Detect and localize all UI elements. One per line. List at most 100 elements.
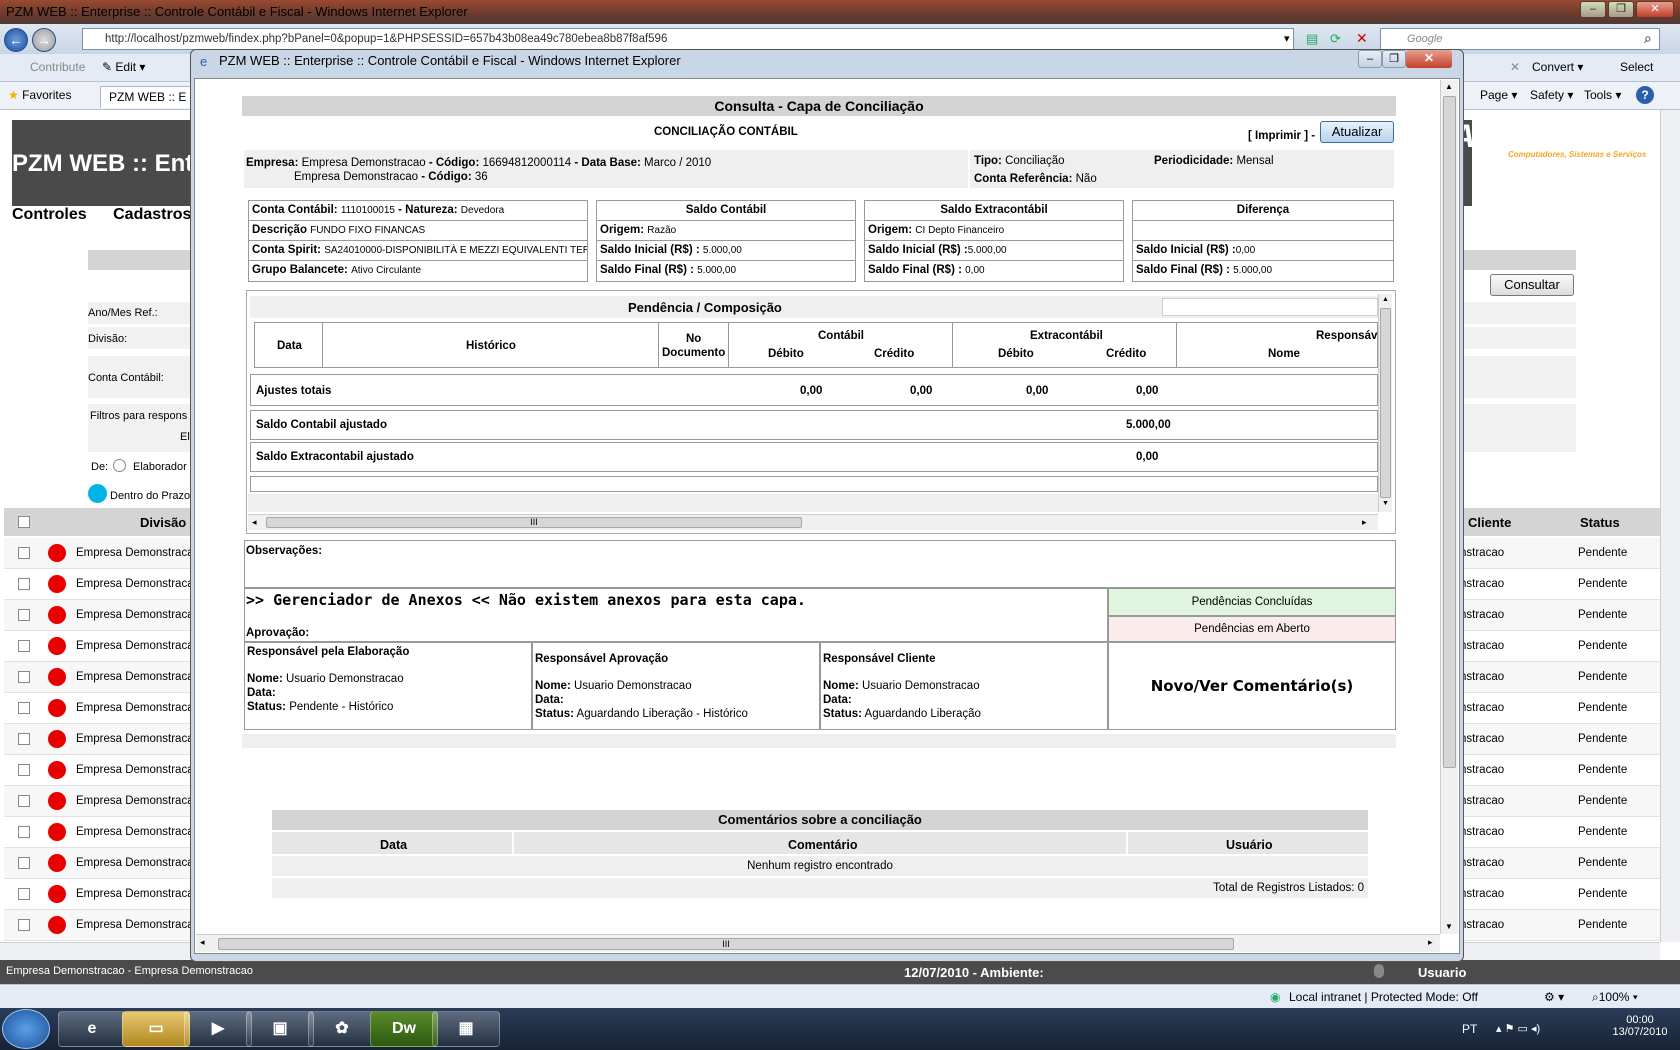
pendencia-scroll-up-icon[interactable]: ▲ <box>1382 296 1389 303</box>
df-final-row: Saldo Final (R$) : 5.000,00 <box>1133 261 1393 281</box>
popup-vscroll-thumb[interactable] <box>1443 96 1456 768</box>
taskbar-app-icon[interactable]: ▦ <box>432 1011 500 1047</box>
col-divider <box>1176 322 1177 368</box>
row-checkbox[interactable] <box>18 857 30 869</box>
menu-cadastros[interactable]: Cadastros <box>113 206 191 223</box>
row-checkbox[interactable] <box>18 702 30 714</box>
pendencia-scroll-right-icon[interactable]: ▸ <box>1362 517 1367 528</box>
contribute-button[interactable]: Contribute <box>30 60 85 74</box>
back-icon[interactable]: ← <box>4 28 28 52</box>
taskbar-media-icon[interactable]: ▶ <box>184 1011 252 1047</box>
menu-controles[interactable]: Controles <box>12 206 87 223</box>
pendencia-hscrollbar[interactable]: ◂ III ▸ <box>248 514 1378 530</box>
safety-menu[interactable]: Safety ▾ <box>1530 88 1573 102</box>
pendencia-scroll-left-icon[interactable]: ◂ <box>252 517 257 528</box>
status-dot-icon <box>48 854 66 872</box>
pendencia-vscrollbar[interactable]: ▲ ▼ <box>1378 294 1392 512</box>
contaref-label: Conta Referência: <box>974 173 1073 185</box>
convert-button[interactable]: Convert ▾ <box>1532 60 1583 74</box>
status-value[interactable]: Pendente - Histórico <box>289 701 393 713</box>
stop-icon[interactable]: ✕ <box>1356 30 1368 47</box>
atualizar-button[interactable]: Atualizar <box>1320 121 1394 143</box>
popup-scroll-right-icon[interactable]: ▸ <box>1428 937 1433 948</box>
row-checkbox[interactable] <box>18 671 30 683</box>
row-checkbox[interactable] <box>18 764 30 776</box>
popup-close-icon[interactable]: ✕ <box>1406 50 1452 68</box>
col-historico: Histórico <box>466 340 516 352</box>
elaborador-radio[interactable] <box>113 459 126 472</box>
observacoes-box[interactable] <box>244 540 1396 588</box>
th-divisao[interactable]: Divisão <box>140 515 186 530</box>
lang-indicator[interactable]: PT <box>1462 1022 1477 1036</box>
row-checkbox[interactable] <box>18 609 30 621</box>
pendencias-aberto[interactable]: Pendências em Aberto <box>1108 616 1396 642</box>
pendencias-concluidas[interactable]: Pendências Concluídas <box>1108 588 1396 616</box>
novo-comentario-button[interactable]: Novo/Ver Comentário(s) <box>1108 642 1396 730</box>
help-icon[interactable]: ? <box>1636 86 1654 104</box>
close-icon[interactable]: ✕ <box>1636 1 1674 18</box>
sc-inicial-value: 5.000,00 <box>702 245 742 256</box>
comentarios-col-comentario[interactable]: Comentário <box>788 838 857 852</box>
row-checkbox[interactable] <box>18 795 30 807</box>
page-vscrollbar[interactable] <box>1660 110 1680 942</box>
page-menu[interactable]: Page ▾ <box>1480 88 1517 102</box>
taskbar-picasa-icon[interactable]: ✿ <box>308 1011 376 1047</box>
taskbar-ie-icon[interactable]: e <box>58 1011 126 1047</box>
taskbar-terminal-icon[interactable]: ▣ <box>246 1011 314 1047</box>
select-button[interactable]: Select <box>1620 60 1653 74</box>
row-status: Pendente <box>1578 857 1628 869</box>
taskbar-dw-icon[interactable]: Dw <box>370 1011 438 1047</box>
bg-statusbar: Empresa Demonstracao - Empresa Demonstra… <box>0 960 1680 984</box>
comentarios-col-usuario[interactable]: Usuário <box>1226 838 1273 852</box>
pendencia-scroll-down-icon[interactable]: ▼ <box>1382 500 1389 507</box>
address-bar[interactable]: http://localhost/pzmweb/findex.php?bPane… <box>82 28 1294 50</box>
protected-mode-icon[interactable]: ⚙ ▾ <box>1544 990 1564 1004</box>
popup-maximize-icon[interactable]: ❐ <box>1382 50 1406 68</box>
th-cliente[interactable]: Cliente <box>1468 515 1511 530</box>
row-checkbox[interactable] <box>18 919 30 931</box>
maximize-icon[interactable]: ❐ <box>1608 1 1634 18</box>
row-checkbox[interactable] <box>18 826 30 838</box>
imprimir-link[interactable]: [ Imprimir ] - <box>1248 130 1315 142</box>
refresh-icon[interactable]: ⟳ <box>1330 31 1341 47</box>
row-checkbox[interactable] <box>18 640 30 652</box>
edit-button[interactable]: ✎ Edit ▾ <box>102 60 145 74</box>
popup-scroll-down-icon[interactable]: ▼ <box>1445 922 1453 931</box>
status-value[interactable]: Aguardando Liberação - Histórico <box>577 708 748 720</box>
search-icon[interactable]: ⌕ <box>1644 30 1652 47</box>
pendencia-hscroll-thumb[interactable]: III <box>266 517 802 528</box>
tab-pzm[interactable]: PZM WEB :: E <box>100 86 196 108</box>
clock[interactable]: 00:00 13/07/2010 <box>1610 1014 1670 1038</box>
close-toolbar-icon[interactable]: ✕ <box>1510 60 1520 74</box>
popup-hscrollbar[interactable]: ◂ III ▸ <box>196 934 1440 952</box>
comentarios-col-data[interactable]: Data <box>380 838 407 852</box>
th-status[interactable]: Status <box>1580 515 1620 530</box>
forward-icon[interactable]: → <box>32 28 56 52</box>
taskbar-explorer-icon[interactable]: ▭ <box>122 1011 190 1047</box>
popup-vscrollbar[interactable]: ▲ ▼ <box>1440 80 1458 934</box>
compat-icon[interactable]: ▤ <box>1306 31 1318 47</box>
popup-minimize-icon[interactable]: – <box>1358 50 1382 68</box>
minimize-icon[interactable]: – <box>1580 1 1606 18</box>
start-button[interactable] <box>2 1009 50 1049</box>
row-checkbox[interactable] <box>18 733 30 745</box>
anexos-link[interactable]: >> Gerenciador de Anexos << Não existem … <box>246 591 806 609</box>
consultar-button[interactable]: Consultar <box>1490 274 1574 296</box>
tray-icons[interactable]: ▴ ⚑ ▭ ◂) <box>1496 1022 1540 1035</box>
search-input[interactable]: Google <box>1380 28 1660 50</box>
popup-scroll-left-icon[interactable]: ◂ <box>200 937 205 948</box>
select-all-checkbox[interactable] <box>18 516 30 528</box>
address-dropdown-icon[interactable]: ▾ <box>1284 32 1290 45</box>
bg-label-prazo: Dentro do Prazo <box>110 490 191 502</box>
popup-hscroll-thumb[interactable]: III <box>218 938 1234 950</box>
popup-scroll-up-icon[interactable]: ▲ <box>1445 82 1453 91</box>
row-checkbox[interactable] <box>18 547 30 559</box>
zoom-button[interactable]: ⌕100% ▾ <box>1592 990 1638 1005</box>
tools-menu[interactable]: Tools ▾ <box>1584 88 1621 102</box>
row-checkbox[interactable] <box>18 578 30 590</box>
pendencia-vscroll-thumb[interactable] <box>1380 308 1391 498</box>
zoom-value: 100% <box>1598 990 1630 1004</box>
favorites-button[interactable]: ★ Favorites <box>8 88 71 102</box>
row-checkbox[interactable] <box>18 888 30 900</box>
sc-final-label: Saldo Final (R$) : <box>600 264 694 276</box>
